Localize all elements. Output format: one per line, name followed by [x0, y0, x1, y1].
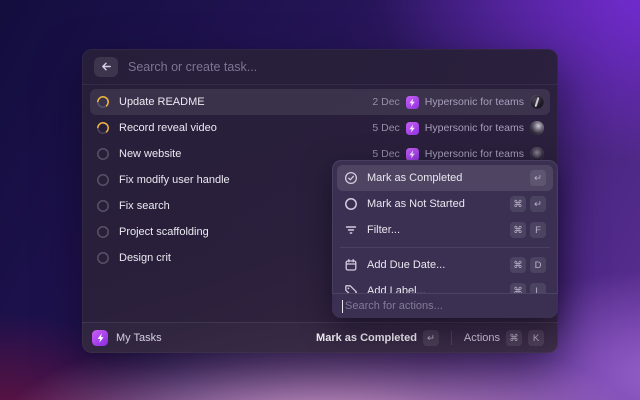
- footer-bar: My Tasks Mark as Completed ↵ Actions ⌘ K: [82, 322, 558, 353]
- due-date: 5 Dec: [372, 148, 399, 160]
- search-header: [82, 49, 558, 85]
- shortcut-keys: ⌘ D: [510, 257, 546, 273]
- hypersonic-bolt-icon: [406, 148, 419, 161]
- actions-menu-items: Mark as Completed ↵ Mark as Not Started …: [332, 160, 558, 304]
- return-key-icon: ↵: [423, 330, 439, 346]
- check-circle-icon: [344, 171, 358, 185]
- task-title: Record reveal video: [119, 122, 363, 134]
- filter-icon: [344, 223, 358, 237]
- app-bolt-icon: [92, 330, 108, 346]
- task-meta: 5 Dec Hypersonic for teams: [372, 121, 544, 135]
- task-meta: 5 Dec Hypersonic for teams: [372, 147, 544, 161]
- menu-item-add-due-date[interactable]: Add Due Date... ⌘ D: [337, 252, 553, 278]
- status-not-started-icon[interactable]: [96, 199, 110, 213]
- footer-divider: [451, 331, 452, 345]
- assignee-avatar: [530, 147, 544, 161]
- menu-divider: [340, 247, 550, 248]
- due-date: 2 Dec: [372, 96, 399, 108]
- search-input[interactable]: [128, 60, 546, 74]
- status-not-started-icon[interactable]: [96, 147, 110, 161]
- due-date: 5 Dec: [372, 122, 399, 134]
- app-name: My Tasks: [116, 332, 304, 344]
- task-title: Update README: [119, 96, 363, 108]
- command-key-icon: ⌘: [510, 222, 526, 238]
- k-key-icon: K: [528, 330, 544, 346]
- shortcut-keys: ↵: [530, 170, 546, 186]
- command-key-icon: ⌘: [510, 257, 526, 273]
- task-title: New website: [119, 148, 363, 160]
- team-label: Hypersonic for teams: [425, 122, 524, 134]
- return-key-icon: ↵: [530, 170, 546, 186]
- menu-item-label: Mark as Not Started: [367, 198, 501, 210]
- menu-item-filter[interactable]: Filter... ⌘ F: [337, 217, 553, 243]
- primary-action-label: Mark as Completed: [316, 332, 417, 344]
- actions-search-bar: [332, 293, 558, 318]
- shortcut-keys: ⌘ ↵: [510, 196, 546, 212]
- menu-item-label: Add Due Date...: [367, 259, 501, 271]
- calendar-icon: [344, 258, 358, 272]
- actions-button[interactable]: Actions ⌘ K: [460, 327, 548, 349]
- status-not-started-icon[interactable]: [96, 173, 110, 187]
- assignee-avatar: [530, 95, 544, 109]
- shortcut-keys: ⌘ F: [510, 222, 546, 238]
- primary-action-button[interactable]: Mark as Completed ↵: [312, 327, 443, 349]
- task-meta: 2 Dec Hypersonic for teams: [372, 95, 544, 109]
- back-button[interactable]: [94, 57, 118, 77]
- task-row[interactable]: Update README 2 Dec Hypersonic for teams: [90, 89, 550, 115]
- team-label: Hypersonic for teams: [425, 148, 524, 160]
- status-not-started-icon[interactable]: [96, 251, 110, 265]
- text-caret: [342, 300, 343, 313]
- command-key-icon: ⌘: [510, 196, 526, 212]
- status-in-progress-icon[interactable]: [96, 121, 110, 135]
- circle-icon: [344, 197, 358, 211]
- menu-item-mark-not-started[interactable]: Mark as Not Started ⌘ ↵: [337, 191, 553, 217]
- d-key-icon: D: [530, 257, 546, 273]
- menu-item-label: Mark as Completed: [367, 172, 521, 184]
- menu-item-label: Filter...: [367, 224, 501, 236]
- status-not-started-icon[interactable]: [96, 225, 110, 239]
- hypersonic-bolt-icon: [406, 122, 419, 135]
- f-key-icon: F: [530, 222, 546, 238]
- status-in-progress-icon[interactable]: [96, 95, 110, 109]
- hypersonic-bolt-icon: [406, 96, 419, 109]
- arrow-left-icon: [101, 61, 112, 72]
- task-row[interactable]: Record reveal video 5 Dec Hypersonic for…: [90, 115, 550, 141]
- assignee-avatar: [530, 121, 544, 135]
- team-label: Hypersonic for teams: [425, 96, 524, 108]
- actions-search-input[interactable]: [345, 300, 548, 312]
- return-key-icon: ↵: [530, 196, 546, 212]
- actions-label: Actions: [464, 332, 500, 344]
- actions-menu: Mark as Completed ↵ Mark as Not Started …: [332, 160, 558, 318]
- task-app-window: Update README 2 Dec Hypersonic for teams…: [82, 49, 558, 353]
- menu-item-mark-completed[interactable]: Mark as Completed ↵: [337, 165, 553, 191]
- command-key-icon: ⌘: [506, 330, 522, 346]
